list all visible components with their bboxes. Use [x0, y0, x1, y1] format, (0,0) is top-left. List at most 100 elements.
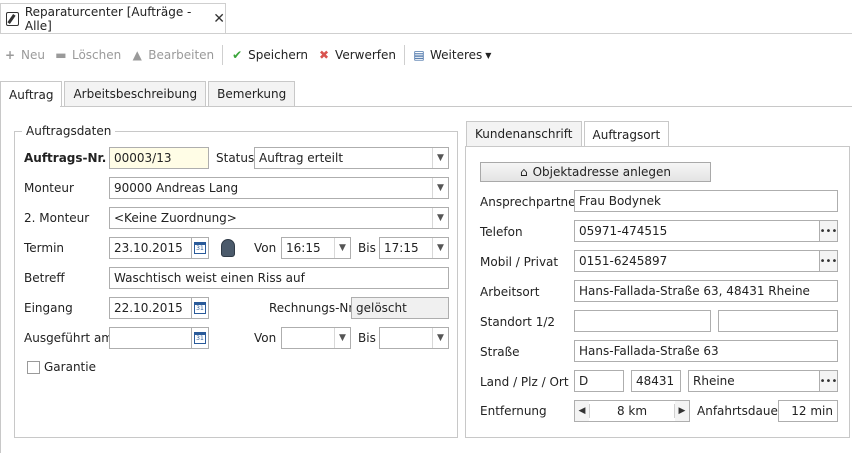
status-select[interactable]: Auftrag erteilt ▼ — [254, 147, 449, 169]
travel-label: Anfahrtsdauer — [697, 404, 783, 418]
chevron-down-icon: ▼ — [334, 238, 350, 258]
garantie-checkbox[interactable] — [27, 361, 40, 374]
phone-more-icon[interactable]: ••• — [820, 220, 838, 242]
delete-button-label: Löschen — [71, 48, 122, 62]
close-icon[interactable]: ✕ — [213, 11, 225, 27]
document-tab[interactable]: Reparaturcenter [Aufträge - Alle] ✕ — [0, 3, 226, 33]
discard-button-label: Verwerfen — [335, 48, 396, 62]
travel-field[interactable]: 12 min — [778, 400, 838, 422]
calendar-icon[interactable]: 31 — [191, 237, 209, 259]
toolbar: + Neu ▬ Löschen ▲ Bearbeiten ✔ Speichern… — [4, 44, 501, 66]
rechnung-label: Rechnungs-Nr — [269, 301, 354, 315]
location-label: Arbeitsort — [480, 285, 540, 299]
mobile-field[interactable]: 0151-6245897 — [574, 250, 820, 272]
save-button-label: Speichern — [248, 48, 309, 62]
eingang-date-field[interactable]: 22.10.2015 31 — [109, 297, 209, 319]
create-object-address-button[interactable]: ⌂ Objektadresse anlegen — [480, 162, 711, 182]
minus-icon: ▬ — [55, 48, 67, 62]
chevron-left-icon[interactable]: ◀ — [575, 401, 589, 421]
new-button[interactable]: + Neu — [4, 48, 45, 62]
tab-kundenanschrift[interactable]: Kundenanschrift — [466, 121, 582, 146]
street-label: Straße — [480, 345, 520, 359]
phone-label: Telefon — [480, 225, 523, 239]
von-value: 16:15 — [286, 241, 321, 255]
calendar-icon[interactable]: 31 — [191, 297, 209, 319]
city-more-icon[interactable]: ••• — [820, 370, 838, 392]
checkmark-icon: ✔ — [232, 48, 243, 62]
monteur-select[interactable]: 90000 Andreas Lang ▼ — [109, 177, 449, 199]
chevron-down-icon: ▼ — [432, 178, 448, 198]
mobile-more-icon[interactable]: ••• — [820, 250, 838, 272]
chevron-down-icon: ▼ — [432, 328, 448, 348]
standort-label: Standort 1/2 — [480, 315, 556, 329]
more-button[interactable]: ▤ Weiteres ▼ — [413, 48, 491, 62]
tab-arbeitsbeschreibung[interactable]: Arbeitsbeschreibung — [64, 81, 207, 106]
edit-button-label: Bearbeiten — [148, 48, 215, 62]
delete-button[interactable]: ▬ Löschen — [55, 48, 121, 62]
more-button-label: Weiteres — [429, 48, 483, 62]
eingang-value: 22.10.2015 — [109, 297, 191, 319]
standort2-field[interactable] — [718, 310, 838, 332]
main-tabstrip: Auftrag Arbeitsbeschreibung Bemerkung — [0, 81, 297, 107]
distance-label: Entfernung — [480, 404, 547, 418]
tab-auftrag[interactable]: Auftrag — [0, 81, 63, 107]
betreff-label: Betreff — [24, 271, 65, 285]
monteur2-value: <Keine Zuordnung> — [114, 211, 237, 225]
form-icon: ▤ — [413, 48, 425, 62]
location-field[interactable]: Hans-Fallada-Straße 63, 48431 Rheine — [574, 280, 838, 302]
ausgefuehrt-value — [109, 327, 191, 349]
country-label: Land / Plz / Ort — [480, 375, 569, 389]
distance-spinner[interactable]: ◀ 8 km ▶ — [574, 400, 690, 422]
tab-bemerkung[interactable]: Bemerkung — [208, 81, 296, 106]
monteur2-select[interactable]: <Keine Zuordnung> ▼ — [109, 207, 449, 229]
chevron-down-icon: ▼ — [334, 328, 350, 348]
monteur-value: 90000 Andreas Lang — [114, 181, 239, 195]
dropdown-arrow-icon: ▼ — [485, 50, 492, 60]
person-icon[interactable] — [218, 237, 238, 259]
distance-value: 8 km — [589, 404, 675, 418]
status-value: Auftrag erteilt — [259, 151, 344, 165]
chevron-down-icon: ▼ — [432, 148, 448, 168]
edit-button[interactable]: ▲ Bearbeiten — [131, 48, 215, 62]
save-button[interactable]: ✔ Speichern — [231, 48, 308, 62]
von2-select[interactable]: ▼ — [281, 327, 351, 349]
phone-field[interactable]: 05971-474515 — [574, 220, 820, 242]
calendar-icon[interactable]: 31 — [191, 327, 209, 349]
repair-app-icon — [6, 11, 19, 26]
street-field[interactable]: Hans-Fallada-Straße 63 — [574, 340, 838, 362]
tab-divider — [0, 33, 852, 34]
create-object-address-label: Objektadresse anlegen — [532, 165, 672, 179]
home-icon: ⌂ — [519, 165, 528, 179]
country-field[interactable]: D — [574, 370, 624, 392]
plus-icon: + — [4, 48, 16, 62]
von-select[interactable]: 16:15 ▼ — [281, 237, 351, 259]
discard-button[interactable]: ✖ Verwerfen — [318, 48, 396, 62]
bis2-select[interactable]: ▼ — [379, 327, 449, 349]
order-number-field[interactable]: 00003/13 — [109, 147, 209, 169]
contact-label: Ansprechpartner — [480, 195, 581, 209]
bis-select[interactable]: 17:15 ▼ — [379, 237, 449, 259]
termin-value: 23.10.2015 — [109, 237, 191, 259]
betreff-field[interactable]: Waschtisch weist einen Riss auf — [109, 267, 449, 289]
ausgefuehrt-date-field[interactable]: 31 — [109, 327, 209, 349]
termin-date-field[interactable]: 23.10.2015 31 — [109, 237, 209, 259]
new-button-label: Neu — [21, 48, 45, 62]
standort1-field[interactable] — [574, 310, 711, 332]
tab-auftragsort[interactable]: Auftragsort — [583, 121, 670, 147]
chevron-down-icon: ▼ — [432, 208, 448, 228]
monteur-label: Monteur — [24, 181, 74, 195]
von-label: Von — [254, 241, 277, 255]
chevron-right-icon[interactable]: ▶ — [675, 401, 689, 421]
bis-label: Bis — [358, 241, 376, 255]
contact-field[interactable]: Frau Bodynek — [574, 190, 838, 212]
von2-label: Von — [254, 331, 277, 345]
status-label: Status — [216, 151, 255, 165]
chevron-down-icon: ▼ — [432, 238, 448, 258]
order-data-title: Auftragsdaten — [22, 124, 116, 138]
toolbar-separator — [222, 45, 224, 65]
city-field[interactable]: Rheine — [688, 370, 820, 392]
zip-field[interactable]: 48431 — [631, 370, 681, 392]
toolbar-separator — [403, 45, 405, 65]
eingang-label: Eingang — [24, 301, 73, 315]
mobile-label: Mobil / Privat — [480, 255, 559, 269]
